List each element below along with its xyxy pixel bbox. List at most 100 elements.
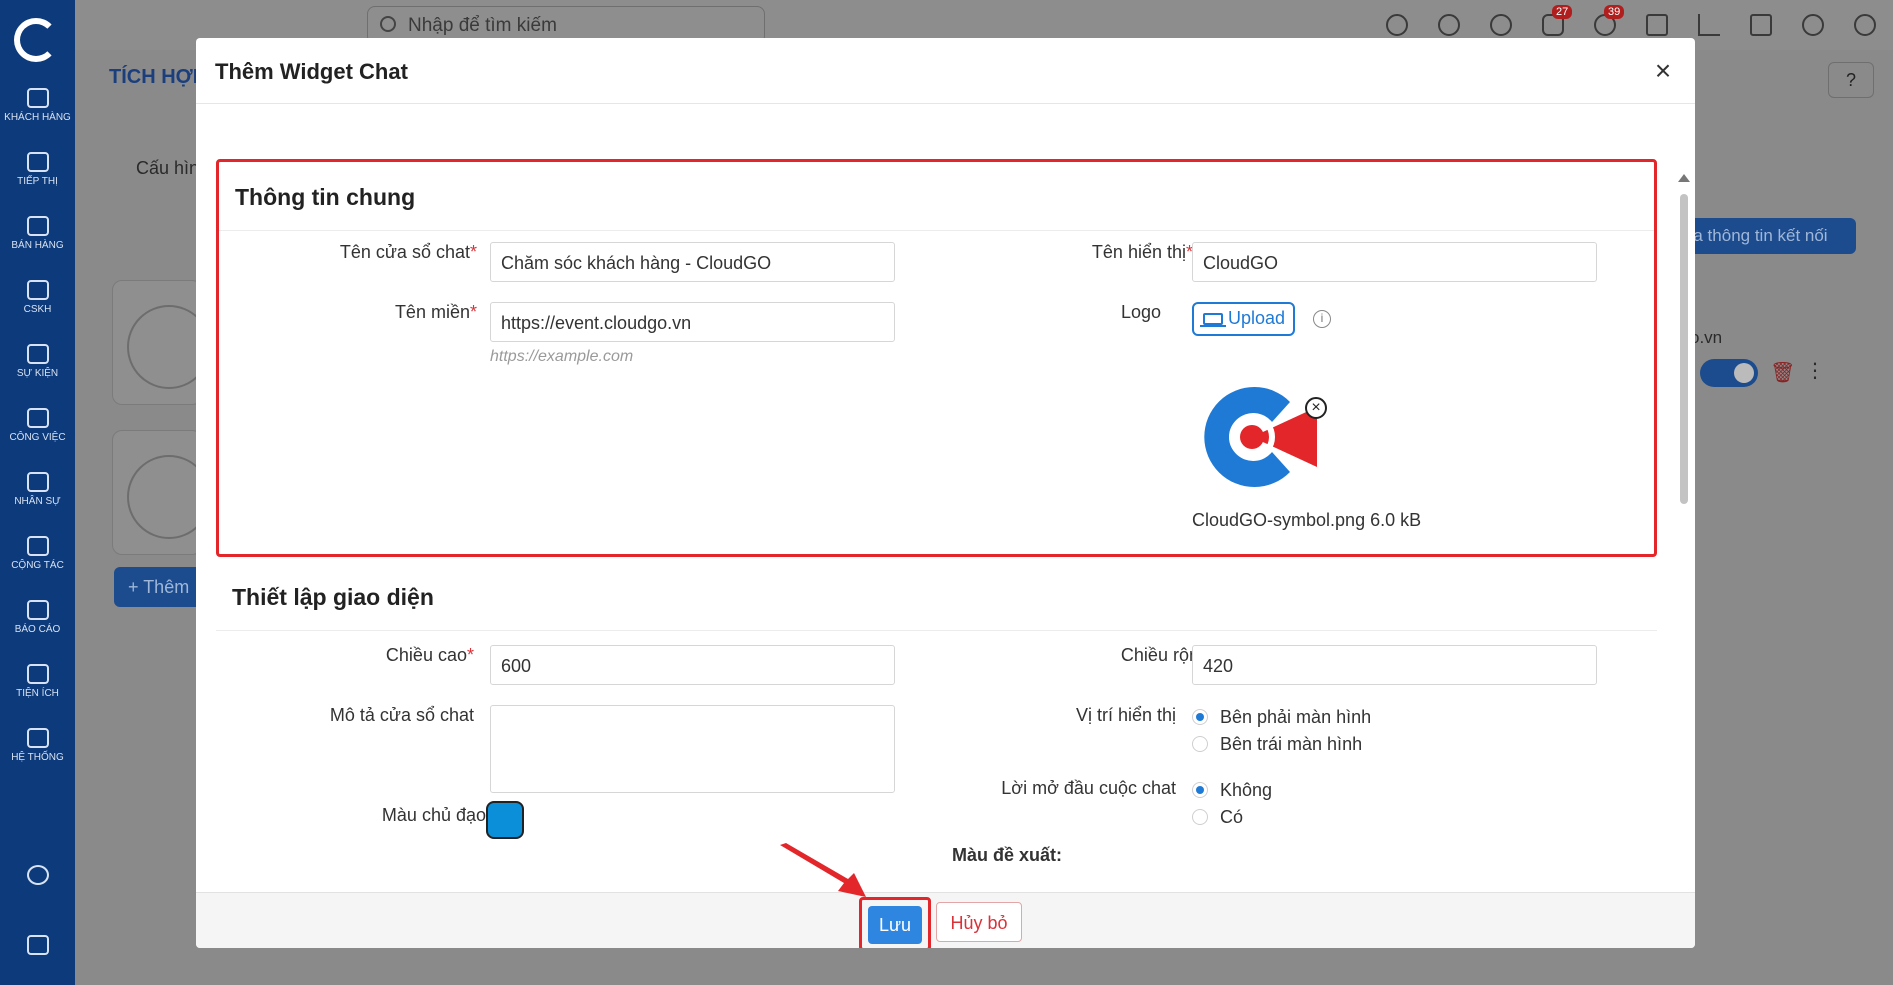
report-icon bbox=[26, 600, 49, 620]
sidebar-item[interactable]: NHÂN SỰ bbox=[0, 472, 75, 507]
remove-logo-icon[interactable]: × bbox=[1305, 397, 1327, 419]
scroll-up-icon[interactable] bbox=[1678, 174, 1690, 182]
modal-scrollbar[interactable] bbox=[1678, 174, 1690, 932]
sidebar-item-label: HỆ THỐNG bbox=[11, 752, 64, 763]
save-highlight: Lưu bbox=[859, 897, 931, 948]
height-input[interactable]: 600 bbox=[490, 645, 895, 685]
greeting-label: Lời mở đầu cuộc chat bbox=[1001, 778, 1176, 798]
integration-card[interactable] bbox=[112, 280, 211, 405]
sidebar-item-label: TIỆN ÍCH bbox=[16, 688, 59, 699]
news-icon[interactable] bbox=[0, 935, 75, 959]
help-button[interactable]: ? bbox=[1828, 62, 1874, 98]
app-logo-icon[interactable] bbox=[14, 18, 58, 62]
sidebar-item[interactable]: CÔNG VIỆC bbox=[0, 408, 75, 443]
briefcase-icon bbox=[26, 408, 49, 428]
laptop-icon bbox=[1200, 313, 1226, 327]
modal-body: Thông tin chung Tên cửa sổ chat* Chăm só… bbox=[196, 104, 1695, 932]
sidebar-item-label: BÁN HÀNG bbox=[11, 240, 64, 251]
sidebar-item-label: CỘNG TÁC bbox=[11, 560, 64, 571]
position-left-radio[interactable]: Bên trái màn hình bbox=[1192, 734, 1362, 755]
save-button[interactable]: Lưu bbox=[868, 906, 922, 944]
width-input[interactable]: 420 bbox=[1192, 645, 1597, 685]
sidebar-item[interactable]: TIỆN ÍCH bbox=[0, 664, 75, 699]
greeting-no-radio[interactable]: Không bbox=[1192, 780, 1272, 801]
widget-chat-modal: Thêm Widget Chat × Thông tin chung Tên c… bbox=[196, 38, 1695, 948]
refresh-icon[interactable] bbox=[1490, 14, 1512, 36]
integration-card[interactable] bbox=[112, 430, 211, 555]
sidebar-item-label: BÁO CÁO bbox=[14, 624, 61, 635]
domain-hint: https://example.com bbox=[490, 348, 634, 365]
cancel-button[interactable]: Hủy bỏ bbox=[936, 902, 1022, 942]
calendar-icon[interactable] bbox=[1646, 14, 1668, 36]
sidebar-item-label: NHÂN SỰ bbox=[14, 496, 61, 507]
divider bbox=[216, 630, 1657, 631]
gear-icon[interactable] bbox=[1854, 14, 1876, 36]
section-title-general: Thông tin chung bbox=[235, 184, 416, 210]
height-label: Chiều cao* bbox=[385, 645, 474, 665]
search-icon bbox=[380, 16, 396, 32]
megaphone-icon bbox=[26, 152, 49, 172]
sidebar-item[interactable]: BÁN HÀNG bbox=[0, 216, 75, 251]
display-name-input[interactable]: CloudGO bbox=[1192, 242, 1597, 282]
sidebar-item[interactable]: TIẾP THỊ bbox=[0, 152, 75, 187]
sidebar-item[interactable]: KHÁCH HÀNG bbox=[0, 88, 75, 123]
suggested-colors-label: Màu đề xuất: bbox=[952, 845, 1063, 865]
sidebar-item[interactable]: BÁO CÁO bbox=[0, 600, 75, 635]
info-icon[interactable]: i bbox=[1313, 310, 1331, 329]
upload-button[interactable]: Upload bbox=[1192, 302, 1296, 336]
id-card-icon bbox=[26, 472, 49, 492]
users-icon bbox=[26, 88, 49, 108]
main-color-label: Màu chủ đạo bbox=[381, 805, 486, 825]
display-name-label: Tên hiển thị*i bbox=[1019, 242, 1219, 263]
position-right-radio[interactable]: Bên phải màn hình bbox=[1192, 707, 1371, 728]
sidebar-item-label: CSKH bbox=[23, 304, 52, 315]
description-textarea[interactable] bbox=[490, 705, 895, 793]
sidebar: KHÁCH HÀNG TIẾP THỊ BÁN HÀNG CSKH SỰ KIỆN CÔN… bbox=[0, 0, 75, 985]
sidebar-item[interactable]: CSKH bbox=[0, 280, 75, 315]
sidebar-item-label: TIẾP THỊ bbox=[17, 176, 58, 187]
sidebar-item[interactable]: CỘNG TÁC bbox=[0, 536, 75, 571]
sidebar-item[interactable]: HỆ THỐNG bbox=[0, 728, 75, 763]
chart-icon[interactable] bbox=[1698, 14, 1720, 36]
trash-icon[interactable]: 🗑 bbox=[1770, 360, 1795, 385]
sidebar-item-label: CÔNG VIỆC bbox=[9, 432, 66, 443]
domain-label: Tên miền* bbox=[394, 302, 477, 322]
message-badge: 39 bbox=[1604, 5, 1625, 19]
layers-icon bbox=[26, 664, 49, 684]
cloudgo-logo-image bbox=[1204, 387, 1317, 487]
logo-info[interactable]: i bbox=[1305, 308, 1331, 329]
general-section: Thông tin chung Tên cửa sổ chat* Chăm só… bbox=[216, 159, 1657, 557]
status-toggle[interactable] bbox=[1700, 359, 1758, 387]
checkbox-icon[interactable] bbox=[1750, 14, 1772, 36]
modal-footer: Lưu Hủy bỏ bbox=[196, 892, 1695, 948]
appearance-section: Thiết lập giao diện Chiều cao* 600 Mô tả… bbox=[216, 562, 1657, 932]
position-label: Vị trí hiển thị bbox=[1075, 705, 1176, 725]
description-label: Mô tả cửa sổ chat bbox=[329, 705, 474, 725]
greeting-yes-radio[interactable]: Có bbox=[1192, 807, 1243, 828]
notification-badge: 27 bbox=[1552, 5, 1573, 19]
user-icon[interactable] bbox=[1802, 14, 1824, 36]
cart-icon bbox=[26, 216, 49, 236]
main-color-swatch[interactable] bbox=[486, 801, 524, 839]
logo-label: Logo bbox=[1120, 302, 1161, 322]
divider bbox=[219, 230, 1654, 231]
sidebar-item-label: SỰ KIỆN bbox=[16, 368, 59, 379]
page-title: TÍCH HỢP bbox=[109, 66, 207, 88]
sidebar-item[interactable]: SỰ KIỆN bbox=[0, 344, 75, 379]
add-icon[interactable] bbox=[1438, 14, 1460, 36]
sidebar-item-label: KHÁCH HÀNG bbox=[4, 112, 71, 123]
width-label: Chiều rộng* bbox=[1120, 645, 1216, 665]
tab-config[interactable]: Cấu hìn bbox=[136, 158, 199, 179]
domain-input[interactable]: https://event.cloudgo.vn bbox=[490, 302, 895, 342]
more-icon[interactable]: ⋮ bbox=[1805, 358, 1825, 383]
help-icon[interactable] bbox=[1386, 14, 1408, 36]
clock-icon[interactable] bbox=[0, 865, 75, 889]
calendar-icon bbox=[26, 344, 49, 364]
close-icon[interactable]: × bbox=[1651, 57, 1675, 85]
scroll-thumb[interactable] bbox=[1680, 194, 1688, 504]
edit-connection-button[interactable]: ửa thông tin kết nối bbox=[1670, 218, 1856, 254]
section-title-appearance: Thiết lập giao diện bbox=[232, 584, 434, 610]
headset-icon bbox=[26, 280, 49, 300]
workflow-icon bbox=[26, 536, 49, 556]
chat-name-input[interactable]: Chăm sóc khách hàng - CloudGO bbox=[490, 242, 895, 282]
